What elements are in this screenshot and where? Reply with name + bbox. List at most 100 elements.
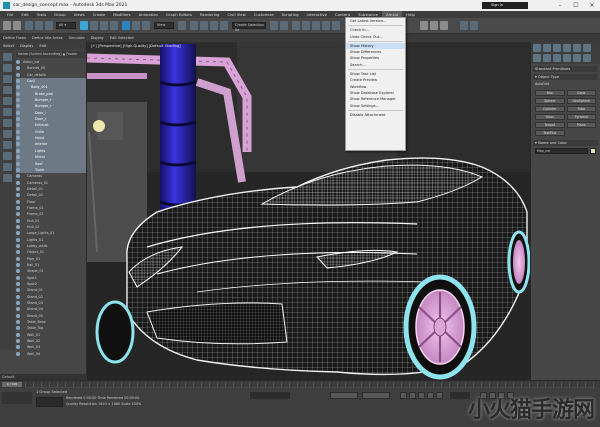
viewport-label[interactable]: [+] [Perspective] [High Quality] [Defaul… bbox=[91, 44, 181, 48]
menu-tools[interactable]: Tools bbox=[33, 11, 50, 18]
visibility-icon[interactable] bbox=[16, 288, 20, 293]
visibility-icon[interactable] bbox=[16, 161, 20, 166]
filter-bones-icon[interactable] bbox=[3, 141, 12, 149]
primitive-type-dropdown[interactable]: Standard Primitives bbox=[533, 66, 598, 72]
geometry-icon[interactable] bbox=[533, 54, 541, 62]
menu-item-undo-check-out[interactable]: Undo Check Out... bbox=[346, 34, 405, 40]
motion-tab-icon[interactable] bbox=[563, 44, 571, 52]
snaps-toggle-icon[interactable] bbox=[190, 21, 198, 30]
visibility-icon[interactable] bbox=[16, 332, 20, 337]
visibility-icon[interactable] bbox=[16, 263, 20, 267]
visibility-icon[interactable] bbox=[16, 180, 20, 185]
visibility-icon[interactable] bbox=[16, 167, 20, 172]
create-box-button[interactable]: Box bbox=[535, 90, 565, 96]
helpers-icon[interactable] bbox=[573, 54, 581, 62]
angle-snap-icon[interactable] bbox=[200, 21, 208, 30]
redo-icon[interactable] bbox=[13, 21, 21, 30]
space-warps-icon[interactable] bbox=[583, 54, 591, 62]
visibility-icon[interactable] bbox=[16, 60, 20, 64]
visibility-icon[interactable] bbox=[16, 275, 20, 280]
filter-xrefs-icon[interactable] bbox=[3, 130, 12, 138]
time-slider[interactable]: 0 / 100 bbox=[0, 380, 600, 388]
reference-coordinate-dropdown[interactable]: View bbox=[154, 22, 174, 29]
visibility-icon[interactable] bbox=[16, 294, 20, 299]
menu-rendering[interactable]: Rendering bbox=[196, 11, 223, 18]
visibility-icon[interactable] bbox=[16, 269, 20, 274]
menu-scripting[interactable]: Scripting bbox=[278, 11, 303, 18]
visibility-icon[interactable] bbox=[16, 231, 20, 236]
filter-helpers-icon[interactable] bbox=[3, 97, 12, 105]
unlink-icon[interactable] bbox=[35, 21, 43, 30]
visibility-icon[interactable] bbox=[16, 326, 20, 331]
visibility-icon[interactable] bbox=[16, 72, 20, 77]
create-pyramid-button[interactable]: Pyramid bbox=[566, 114, 596, 120]
visibility-icon[interactable] bbox=[16, 218, 20, 223]
visibility-icon[interactable] bbox=[16, 237, 20, 242]
maximize-button[interactable]: ☐ bbox=[570, 1, 582, 10]
tab-display[interactable]: Display bbox=[17, 42, 36, 50]
tab-select[interactable]: Select bbox=[0, 42, 17, 50]
menu-group[interactable]: Group bbox=[50, 11, 70, 18]
perspective-viewport[interactable]: [+] [Perspective] [High Quality] [Defaul… bbox=[87, 42, 530, 380]
align-icon[interactable] bbox=[280, 21, 288, 30]
visibility-icon[interactable] bbox=[16, 250, 20, 255]
display-invert-icon[interactable] bbox=[3, 174, 12, 182]
minimize-button[interactable]: – bbox=[554, 1, 566, 10]
scene-explorer-icon[interactable] bbox=[292, 21, 300, 30]
scene-explorer-column-header[interactable]: Name (Sorted Ascending) ▲ Frozen bbox=[16, 51, 86, 58]
visibility-icon[interactable] bbox=[16, 85, 20, 90]
shapes-icon[interactable] bbox=[543, 54, 551, 62]
maxscript-listener[interactable] bbox=[2, 392, 32, 404]
visibility-icon[interactable] bbox=[16, 345, 20, 350]
spinner-snap-icon[interactable] bbox=[220, 21, 228, 30]
create-tube-button[interactable]: Tube bbox=[566, 106, 596, 112]
set-key-button[interactable] bbox=[362, 392, 390, 399]
create-tab-icon[interactable] bbox=[533, 44, 541, 52]
mirror-icon[interactable] bbox=[270, 21, 278, 30]
visibility-icon[interactable] bbox=[16, 91, 20, 96]
ribbon-simulate[interactable]: Simulate bbox=[66, 34, 88, 42]
menu-views[interactable]: Views bbox=[70, 11, 89, 18]
link-icon[interactable] bbox=[25, 21, 33, 30]
schematic-view-icon[interactable] bbox=[322, 21, 330, 30]
modify-tab-icon[interactable] bbox=[543, 44, 551, 52]
layer-explorer-icon[interactable] bbox=[302, 21, 310, 30]
menu-edit[interactable]: Edit bbox=[17, 11, 32, 18]
visibility-icon[interactable] bbox=[16, 243, 20, 248]
hierarchy-tab-icon[interactable] bbox=[553, 44, 561, 52]
create-textplus-button[interactable]: TextPlus bbox=[535, 130, 565, 136]
visibility-icon[interactable] bbox=[16, 186, 20, 191]
select-object-icon[interactable] bbox=[80, 21, 88, 30]
lights-icon[interactable] bbox=[553, 54, 561, 62]
visibility-icon[interactable] bbox=[16, 205, 20, 210]
menu-item-search[interactable]: Search... bbox=[346, 62, 405, 68]
create-plane-button[interactable]: Plane bbox=[566, 122, 596, 128]
visibility-icon[interactable] bbox=[16, 307, 20, 312]
visibility-icon[interactable] bbox=[16, 123, 20, 128]
filter-geometry-icon[interactable] bbox=[3, 53, 12, 61]
select-by-name-icon[interactable] bbox=[90, 21, 98, 30]
window-crossing-icon[interactable] bbox=[110, 21, 118, 30]
visibility-icon[interactable] bbox=[16, 79, 20, 84]
visibility-icon[interactable] bbox=[16, 66, 20, 71]
visibility-icon[interactable] bbox=[16, 142, 20, 147]
display-tab-icon[interactable] bbox=[573, 44, 581, 52]
ribbon-edit-selected[interactable]: Edit Selected bbox=[107, 34, 137, 42]
visibility-icon[interactable] bbox=[16, 193, 20, 198]
create-cylinder-button[interactable]: Cylinder bbox=[535, 106, 565, 112]
menu-create[interactable]: Create bbox=[89, 11, 110, 18]
next-frame-icon[interactable] bbox=[427, 392, 434, 399]
filter-groups-icon[interactable] bbox=[3, 119, 12, 127]
create-geosphere-button[interactable]: GeoSphere bbox=[566, 98, 596, 104]
visibility-icon[interactable] bbox=[16, 117, 20, 122]
close-button[interactable]: ✕ bbox=[586, 1, 598, 10]
menu-item-show-settings[interactable]: Show Settings... bbox=[346, 103, 405, 109]
go-to-start-icon[interactable] bbox=[400, 392, 407, 399]
projects-icon[interactable] bbox=[470, 21, 478, 30]
visibility-icon[interactable] bbox=[16, 104, 20, 109]
filter-space-warps-icon[interactable] bbox=[3, 108, 12, 116]
visibility-icon[interactable] bbox=[16, 224, 20, 229]
create-cone-button[interactable]: Cone bbox=[566, 90, 596, 96]
cameras-icon[interactable] bbox=[563, 54, 571, 62]
percent-snap-icon[interactable] bbox=[210, 21, 218, 30]
